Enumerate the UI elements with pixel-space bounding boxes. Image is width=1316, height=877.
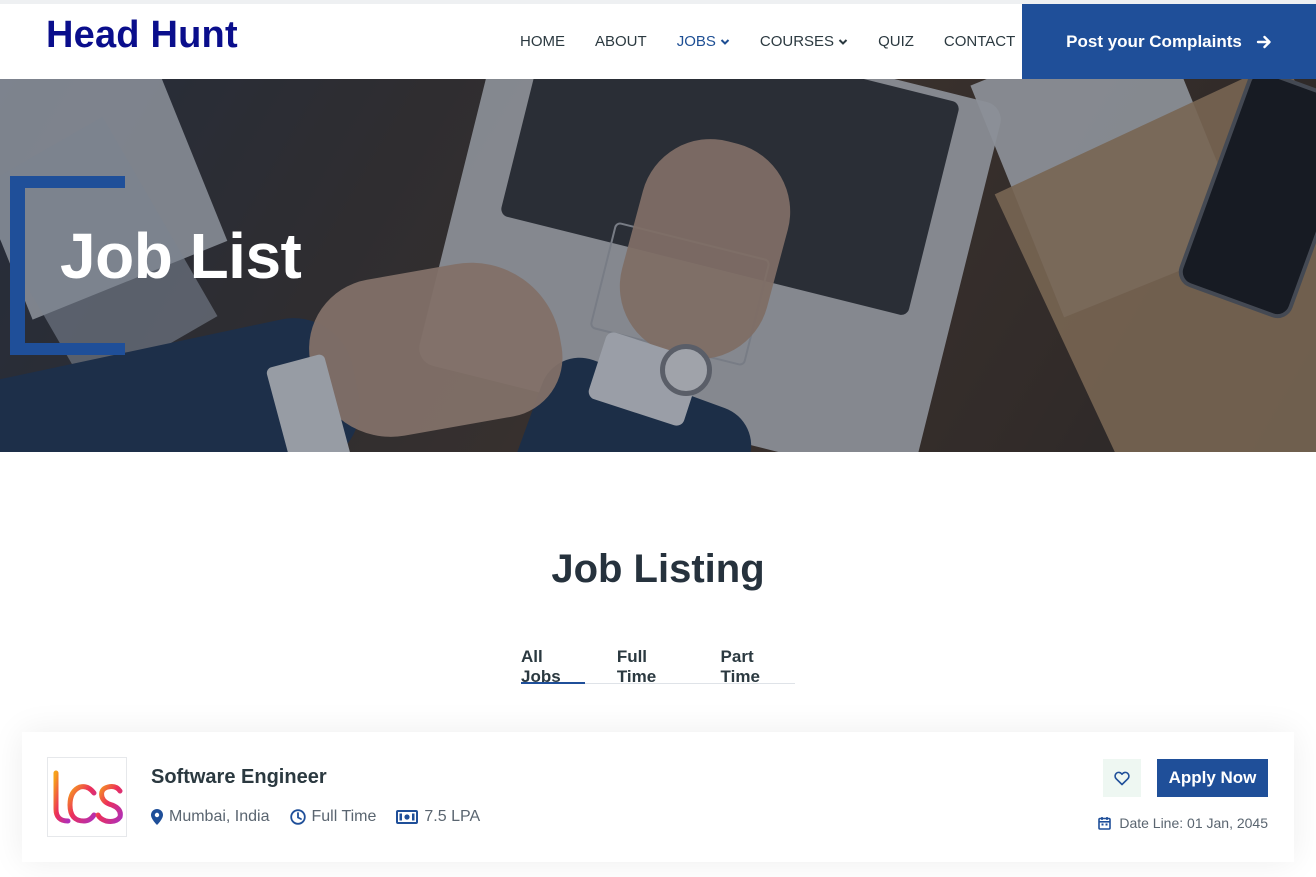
favorite-button[interactable] [1103,759,1141,797]
nav-item-about[interactable]: ABOUT [580,4,662,79]
hero-banner: Job List [0,79,1316,452]
deadline-text: Date Line: 01 Jan, 2045 [1119,815,1268,831]
job-meta: Mumbai, India Full Time 7.5 LPA [151,808,500,826]
arrow-right-icon [1256,35,1271,48]
tcs-logo-icon [48,770,123,824]
tab-part-time[interactable]: Part Time [721,640,795,686]
job-salary: 7.5 LPA [396,808,480,826]
nav-label: CONTACT [943,33,1016,50]
nav-label: HOME [520,33,565,50]
tab-full-time[interactable]: Full Time [617,640,689,686]
nav-item-home[interactable]: HOME [505,4,580,79]
nav-label: COURSES [759,33,835,50]
job-location: Mumbai, India [151,808,270,826]
nav-label: JOBS [676,33,716,50]
job-card: Software Engineer Mumbai, India Full Tim… [22,732,1294,862]
job-title[interactable]: Software Engineer [151,766,327,789]
money-bill-icon [396,810,419,824]
main-nav: HOME ABOUT JOBS COURSES QUIZ CONTACT [505,4,1030,79]
company-logo [47,757,127,837]
location-text: Mumbai, India [169,808,270,825]
cta-label: Post your Complaints [1066,31,1242,51]
job-type: Full Time [289,808,377,826]
job-deadline: Date Line: 01 Jan, 2045 [1098,815,1268,831]
job-filter-tabs: All Jobs Full Time Part Time [521,640,795,686]
post-complaints-button[interactable]: Post your Complaints [1022,4,1316,79]
brand-logo[interactable]: Head Hunt [46,14,238,57]
page-title: Job List [60,220,302,292]
nav-item-quiz[interactable]: QUIZ [863,4,929,79]
apply-now-button[interactable]: Apply Now [1157,759,1268,797]
heart-icon [1114,771,1130,785]
job-type-text: Full Time [311,808,377,825]
chevron-down-icon [838,38,848,45]
tab-all-jobs[interactable]: All Jobs [521,640,585,686]
nav-item-contact[interactable]: CONTACT [929,4,1030,79]
section-title: Job Listing [551,547,765,591]
nav-item-courses[interactable]: COURSES [745,4,863,79]
salary-text: 7.5 LPA [424,808,481,825]
nav-label: ABOUT [595,33,647,50]
calendar-icon [1098,817,1112,830]
chevron-down-icon [720,38,730,45]
clock-icon [289,809,306,825]
navbar: Head Hunt HOME ABOUT JOBS COURSES QUIZ C… [0,4,1316,79]
map-pin-icon [151,809,163,825]
nav-label: QUIZ [878,33,914,50]
nav-item-jobs[interactable]: JOBS [662,4,745,79]
